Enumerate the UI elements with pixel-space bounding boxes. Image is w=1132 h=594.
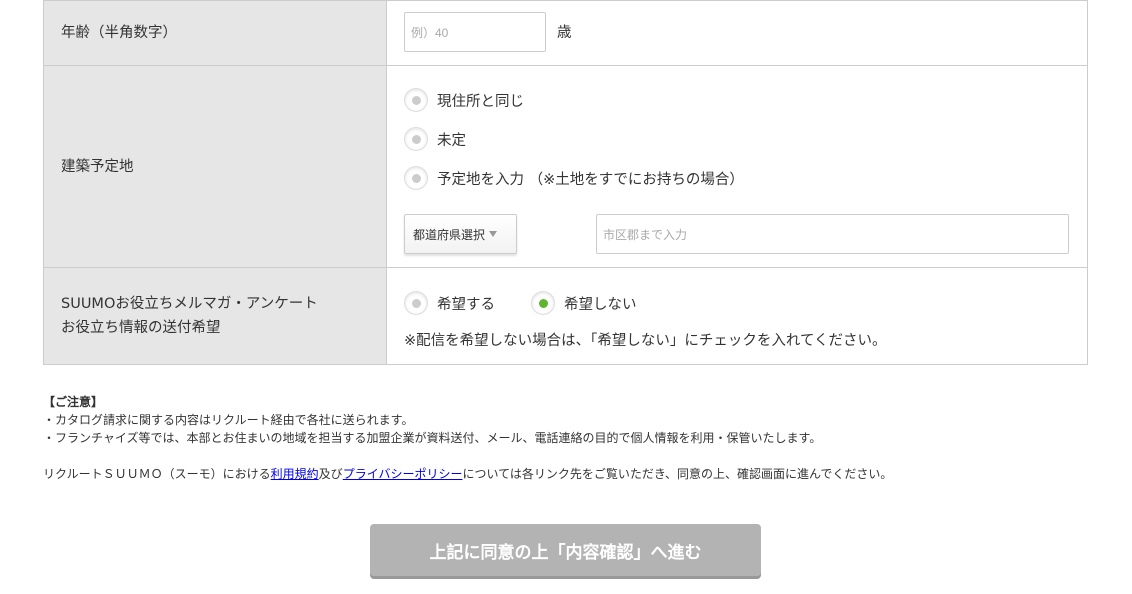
mailmag-label-line2: お役立ち情報の送付希望: [61, 320, 221, 336]
age-row: 年齢（半角数字） 例）40 歳: [44, 0, 1087, 65]
age-input-cell: 例）40 歳: [387, 1, 1087, 65]
form-table: 年齢（半角数字） 例）40 歳 建築予定地 現住所と同じ 未定 予定地を入力 （…: [43, 0, 1088, 365]
radio-mailmag-yes[interactable]: 希望する: [404, 291, 495, 315]
radio-dot-selected: [538, 298, 548, 308]
radio-button-icon: [404, 166, 428, 190]
age-unit: 歳: [557, 25, 572, 41]
build-site-label: 建築予定地: [44, 66, 387, 267]
radio-dot: [411, 134, 421, 144]
mailmag-row: SUUMOお役立ちメルマガ・アンケート お役立ち情報の送付希望 希望する 希望し…: [44, 267, 1087, 364]
consent-middle: 及び: [318, 467, 343, 481]
radio-button-icon: [404, 291, 428, 315]
mailmag-input-cell: 希望する 希望しない ※配信を希望しない場合は、「希望しない」にチェックを入れて…: [387, 268, 1087, 364]
city-input[interactable]: 市区郡まで入力: [596, 214, 1069, 254]
radio-enter-site-label: 予定地を入力 （※土地をすでにお持ちの場合）: [437, 171, 744, 188]
age-input[interactable]: 例）40: [404, 12, 546, 52]
radio-enter-site[interactable]: 予定地を入力 （※土地をすでにお持ちの場合）: [404, 166, 744, 190]
prefecture-select-value: 都道府県選択: [413, 227, 486, 242]
radio-mailmag-no[interactable]: 希望しない: [531, 291, 637, 315]
notice-line-2: ・フランチャイズ等では、本部とお住まいの地域を担当する加盟企業が資料送付、メール…: [43, 431, 822, 445]
radio-button-icon: [404, 127, 428, 151]
mailmag-label: SUUMOお役立ちメルマガ・アンケート お役立ち情報の送付希望: [44, 268, 387, 364]
consent-suffix: については各リンク先をご覧いただき、同意の上、確認画面に進んでください。: [462, 467, 893, 481]
radio-dot: [411, 173, 421, 183]
mailmag-label-line1: SUUMOお役立ちメルマガ・アンケート: [61, 296, 318, 312]
notice-section: 【ご注意】 ・カタログ請求に関する内容はリクルート経由で各社に送られます。 ・フ…: [43, 393, 821, 447]
radio-undecided[interactable]: 未定: [404, 127, 466, 151]
radio-mailmag-yes-label: 希望する: [437, 296, 495, 313]
radio-undecided-label: 未定: [437, 132, 466, 149]
radio-same-address-label: 現住所と同じ: [437, 93, 524, 110]
age-label: 年齢（半角数字）: [44, 1, 387, 65]
notice-line-1: ・カタログ請求に関する内容はリクルート経由で各社に送られます。: [43, 413, 414, 427]
radio-same-address[interactable]: 現住所と同じ: [404, 88, 524, 112]
terms-link[interactable]: 利用規約: [271, 467, 319, 481]
radio-dot: [411, 298, 421, 308]
build-site-input-cell: 現住所と同じ 未定 予定地を入力 （※土地をすでにお持ちの場合） 都道府県選択 …: [387, 66, 1087, 267]
mailmag-note: ※配信を希望しない場合は、「希望しない」にチェックを入れてください。: [404, 333, 887, 349]
radio-dot: [411, 95, 421, 105]
prefecture-select[interactable]: 都道府県選択: [404, 214, 517, 254]
radio-button-selected-icon: [531, 291, 555, 315]
privacy-policy-link[interactable]: プライバシーポリシー: [343, 467, 463, 481]
chevron-down-icon: [489, 231, 498, 237]
notice-heading: 【ご注意】: [43, 395, 104, 409]
consent-text: リクルートＳＵＵＭＯ（スーモ）における利用規約及びプライバシーポリシーについては…: [43, 465, 892, 483]
radio-mailmag-no-label: 希望しない: [564, 296, 637, 313]
build-site-row: 建築予定地 現住所と同じ 未定 予定地を入力 （※土地をすでにお持ちの場合） 都…: [44, 65, 1087, 267]
submit-button[interactable]: 上記に同意の上「内容確認」へ進む: [370, 524, 761, 576]
radio-button-icon: [404, 88, 428, 112]
consent-prefix: リクルートＳＵＵＭＯ（スーモ）における: [43, 467, 271, 481]
